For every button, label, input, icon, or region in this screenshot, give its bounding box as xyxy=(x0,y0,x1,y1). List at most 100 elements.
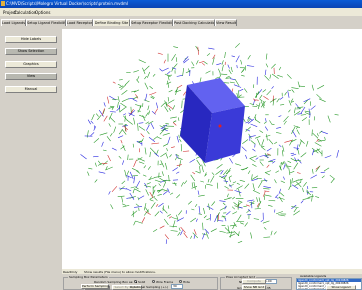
bond-line xyxy=(154,108,158,114)
bond-line xyxy=(216,164,223,169)
bond-line xyxy=(245,121,249,124)
compute-button[interactable]: Compute xyxy=(242,279,266,284)
show-ligand-button[interactable]: Show Ligand xyxy=(326,285,356,290)
bond-line xyxy=(122,144,126,152)
bond-line xyxy=(274,141,278,145)
bond-line xyxy=(307,186,309,190)
binding-site-box[interactable] xyxy=(180,78,245,163)
bond-line xyxy=(175,57,178,62)
bond-line xyxy=(159,163,163,165)
bond-line xyxy=(167,188,170,194)
bond-line xyxy=(117,96,120,102)
bond-line xyxy=(232,211,238,215)
bond-line xyxy=(278,214,286,217)
menu-calculation[interactable]: Calculation xyxy=(14,10,36,15)
bond-line xyxy=(292,179,299,183)
bond-line xyxy=(260,219,264,223)
bond-line xyxy=(154,176,162,178)
bond-line xyxy=(329,174,336,180)
bond-line xyxy=(249,157,256,163)
bond-line xyxy=(286,74,292,79)
bond-line xyxy=(149,85,153,90)
bond-line xyxy=(263,188,270,190)
bond-line xyxy=(211,201,216,206)
bond-line xyxy=(196,60,199,65)
bond-line xyxy=(237,240,243,244)
tab-post-docking-calculation[interactable]: Post Docking Calculation xyxy=(173,19,215,26)
bond-line xyxy=(206,218,211,221)
bond-line xyxy=(107,154,111,162)
bond-line xyxy=(235,163,242,166)
bond-line xyxy=(127,154,129,161)
radio-solid-label: Solid xyxy=(138,280,146,284)
tab-load-ligands[interactable]: Load Ligands xyxy=(1,19,26,26)
bond-line xyxy=(203,207,206,214)
bond-line xyxy=(276,132,282,134)
tab-load-receptor[interactable]: Load Receptor xyxy=(66,19,93,26)
bond-line xyxy=(282,145,285,152)
tab-view-results[interactable]: View Results xyxy=(215,19,237,26)
bond-line xyxy=(133,159,137,168)
bond-line xyxy=(235,55,240,63)
bond-line xyxy=(111,186,118,192)
bond-line xyxy=(134,188,141,193)
bond-line xyxy=(258,197,261,204)
hide-labels-button[interactable]: Hide Labels xyxy=(5,36,57,43)
bond-line xyxy=(265,53,268,60)
bond-line xyxy=(140,133,145,138)
rotational-sampling-field[interactable]: 30 xyxy=(171,284,183,289)
tab-setup-ligand-flexibility[interactable]: Setup Ligand Flexibility xyxy=(26,19,66,26)
bond-line xyxy=(187,200,192,205)
bond-line xyxy=(107,96,110,104)
graphics-button[interactable]: Graphics xyxy=(5,61,57,68)
bond-line xyxy=(133,117,136,125)
bond-line xyxy=(119,85,124,88)
bond-line xyxy=(296,129,300,135)
bond-line xyxy=(283,120,287,125)
bond-line xyxy=(128,98,134,100)
bond-line xyxy=(231,55,235,58)
bond-line xyxy=(159,68,163,72)
bond-line xyxy=(121,196,124,203)
bond-line xyxy=(216,182,219,189)
bond-line xyxy=(169,225,178,228)
bond-line xyxy=(149,147,156,154)
bond-line xyxy=(269,74,272,79)
bond-line xyxy=(201,164,204,173)
menu-options[interactable]: Options xyxy=(35,10,50,15)
show-selection-button[interactable]: Show Selection xyxy=(5,48,57,55)
bond-line xyxy=(168,107,171,112)
bond-line xyxy=(203,61,208,65)
radio-solid[interactable] xyxy=(134,280,137,283)
show-nb-grid-button[interactable]: Show NB Grid xyxy=(242,285,266,290)
bond-line xyxy=(117,101,119,108)
bond-line xyxy=(142,174,147,177)
bond-line xyxy=(300,200,304,204)
perform-sampling-button[interactable]: Perform Sampling xyxy=(81,284,109,289)
molecule-canvas[interactable] xyxy=(62,29,362,269)
tab-setup-receptor-flexibility[interactable]: Setup Receptor Flexibility xyxy=(130,19,173,26)
bond-line xyxy=(260,146,266,151)
manual-button[interactable]: Manual xyxy=(5,86,57,93)
bond-line xyxy=(298,178,303,181)
bond-line xyxy=(121,98,129,102)
bond-line xyxy=(138,195,145,200)
radio-hide[interactable] xyxy=(179,280,182,283)
bond-line xyxy=(191,61,195,67)
bond-line xyxy=(247,54,251,60)
molecule-viewer[interactable] xyxy=(62,29,362,269)
radio-wireframe[interactable] xyxy=(152,280,155,283)
bond-line xyxy=(297,113,303,115)
bond-line xyxy=(133,176,135,184)
tab-define-binding-site[interactable]: Define Binding Site xyxy=(93,19,130,26)
bond-line xyxy=(310,105,316,110)
radio-hide-label: Hide xyxy=(183,280,190,284)
bond-line xyxy=(291,89,295,93)
bond-line xyxy=(294,107,296,114)
bond-line xyxy=(252,163,257,167)
bond-line xyxy=(158,183,161,187)
bond-line xyxy=(263,186,271,189)
bond-line xyxy=(198,61,205,64)
bond-line xyxy=(274,179,277,184)
view-button[interactable]: View xyxy=(5,73,57,80)
